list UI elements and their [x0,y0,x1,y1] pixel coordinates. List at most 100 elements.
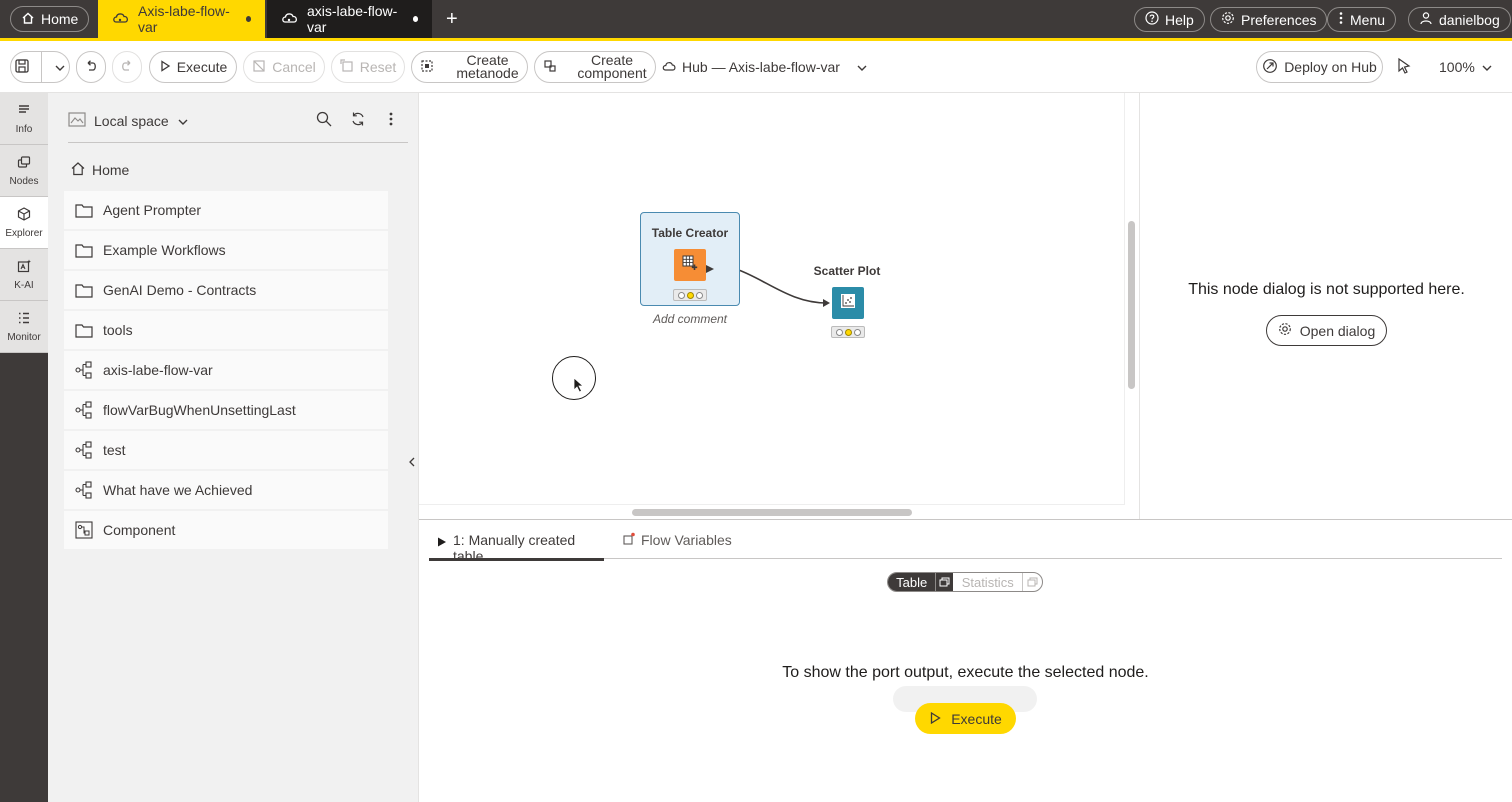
save-button-group[interactable] [10,51,70,83]
explorer-list-item[interactable]: What have we Achieved [64,471,388,509]
space-explorer-header: Local space [68,109,408,143]
cancel-button[interactable]: Cancel [243,51,325,83]
question-circle-icon [1145,11,1159,28]
output-tab-flow-variables-label: Flow Variables [641,532,732,548]
scatter-plot-node-name[interactable]: Scatter Plot [799,264,895,278]
metanode-icon [420,59,434,76]
execute-button[interactable]: Execute [149,51,237,83]
k-ai-icon [17,259,31,276]
unsaved-dot-icon [412,16,418,22]
output-tab-port-1[interactable]: 1: Manually created table [429,532,604,564]
vertical-dots-icon[interactable] [388,111,394,132]
add-comment-link[interactable]: Add comment [640,312,740,326]
new-tab-button[interactable]: + [446,0,458,38]
cloud-workflow-icon [281,11,299,28]
home-tab[interactable]: Home [10,6,90,32]
explorer-list-item[interactable]: Example Workflows [64,231,388,269]
undo-button[interactable] [76,51,106,83]
breadcrumb[interactable]: Hub — Axis-labe-flow-var [662,51,868,83]
explorer-home-breadcrumb[interactable]: Home [70,161,129,179]
rail-nodes-label: Nodes [9,175,39,187]
refresh-icon[interactable] [350,111,366,132]
workflow-tab-inactive[interactable]: axis-labe-flow-var [267,0,432,38]
explorer-list-item[interactable]: Component [64,511,388,549]
open-dialog-button[interactable]: Open dialog [1266,315,1387,346]
folder-icon [64,243,103,258]
selection-mode-button[interactable] [1396,51,1412,83]
divider [41,52,43,82]
folder-icon [64,203,103,218]
rail-item-k-ai[interactable]: K-AI [0,249,48,301]
explorer-list-item[interactable]: axis-labe-flow-var [64,351,388,389]
output-execute-button[interactable]: Execute [915,703,1016,734]
open-in-window-button[interactable] [1022,573,1042,591]
explorer-list-item-label: GenAI Demo - Contracts [103,282,257,298]
chevron-down-icon[interactable] [1481,59,1493,75]
cloud-icon [662,59,676,75]
cancel-icon [252,59,266,76]
folder-icon [64,283,103,298]
collapse-panel-icon[interactable] [408,455,416,473]
workflow-canvas[interactable]: Table Creator Add comment Scatter Plot [419,93,1139,519]
save-icon[interactable] [14,58,30,77]
scatter-plot-node[interactable] [832,287,864,319]
vertical-scrollbar[interactable] [1128,221,1135,389]
user-button[interactable]: danielbog [1408,7,1511,32]
create-metanode-button[interactable]: Create metanode [411,51,528,83]
nodes-icon [17,155,31,172]
reset-button[interactable]: Reset [331,51,405,83]
redo-button[interactable] [112,51,142,83]
rail-item-explorer[interactable]: Explorer [0,197,48,249]
workflow-toolbar: Execute Cancel Reset Create metanode Cre… [0,41,1512,93]
cancel-label: Cancel [272,59,316,75]
explorer-home-label: Home [92,162,130,178]
workflow-tab-active-label: Axis-labe-flow-var [138,3,230,35]
explorer-list-item-label: Example Workflows [103,242,226,258]
help-button[interactable]: Help [1134,7,1205,32]
status-green-light [695,291,703,299]
menu-button[interactable]: Menu [1327,7,1397,32]
output-port-icon[interactable] [706,260,714,278]
vertical-dots-icon [1338,11,1344,28]
zoom-control[interactable]: 100% [1439,51,1493,83]
rail-explorer-label: Explorer [5,227,43,239]
chevron-down-icon [177,113,189,129]
play-filled-icon [437,534,447,550]
reset-label: Reset [359,59,397,75]
explorer-list-item[interactable]: tools [64,311,388,349]
rail-item-monitor[interactable]: Monitor [0,301,48,353]
workflow-tab-active[interactable]: Axis-labe-flow-var [98,0,265,38]
status-yellow-light [686,291,694,299]
deploy-on-hub-button[interactable]: Deploy on Hub [1256,51,1383,83]
create-component-button[interactable]: Create component [534,51,656,83]
deploy-label: Deploy on Hub [1284,59,1377,75]
space-selector[interactable]: Local space [68,111,189,130]
toggle-statistics-option[interactable]: Statistics [953,573,1022,591]
user-label: danielbog [1439,11,1500,28]
rail-item-nodes[interactable]: Nodes [0,145,48,197]
monitor-icon [17,311,31,328]
table-creator-node[interactable] [674,249,706,281]
explorer-list-item[interactable]: flowVarBugWhenUnsettingLast [64,391,388,429]
explorer-list-item[interactable]: test [64,431,388,469]
open-in-window-button[interactable] [935,573,954,591]
chevron-down-icon[interactable] [856,59,868,75]
rail-item-info[interactable]: Info [0,93,48,145]
preferences-button[interactable]: Preferences [1210,7,1328,32]
explorer-list-item-label: axis-labe-flow-var [103,362,213,378]
workflow-icon [64,401,103,419]
component-icon [543,59,557,76]
create-metanode-label: Create metanode [456,53,518,80]
toggle-table-option[interactable]: Table [888,573,936,591]
chevron-down-icon[interactable] [54,59,66,75]
explorer-list-item[interactable]: Agent Prompter [64,191,388,229]
explorer-list-item[interactable]: GenAI Demo - Contracts [64,271,388,309]
toggle-statistics-label: Statistics [961,574,1014,590]
output-tab-flow-variables[interactable]: Flow Variables [623,532,732,558]
search-icon[interactable] [316,111,332,132]
breadcrumb-label: Hub — Axis-labe-flow-var [682,59,840,75]
create-component-label: Create component [577,53,646,80]
horizontal-scrollbar[interactable] [632,509,912,516]
preferences-label: Preferences [1241,11,1317,28]
table-creator-node-name[interactable]: Table Creator [640,226,740,240]
